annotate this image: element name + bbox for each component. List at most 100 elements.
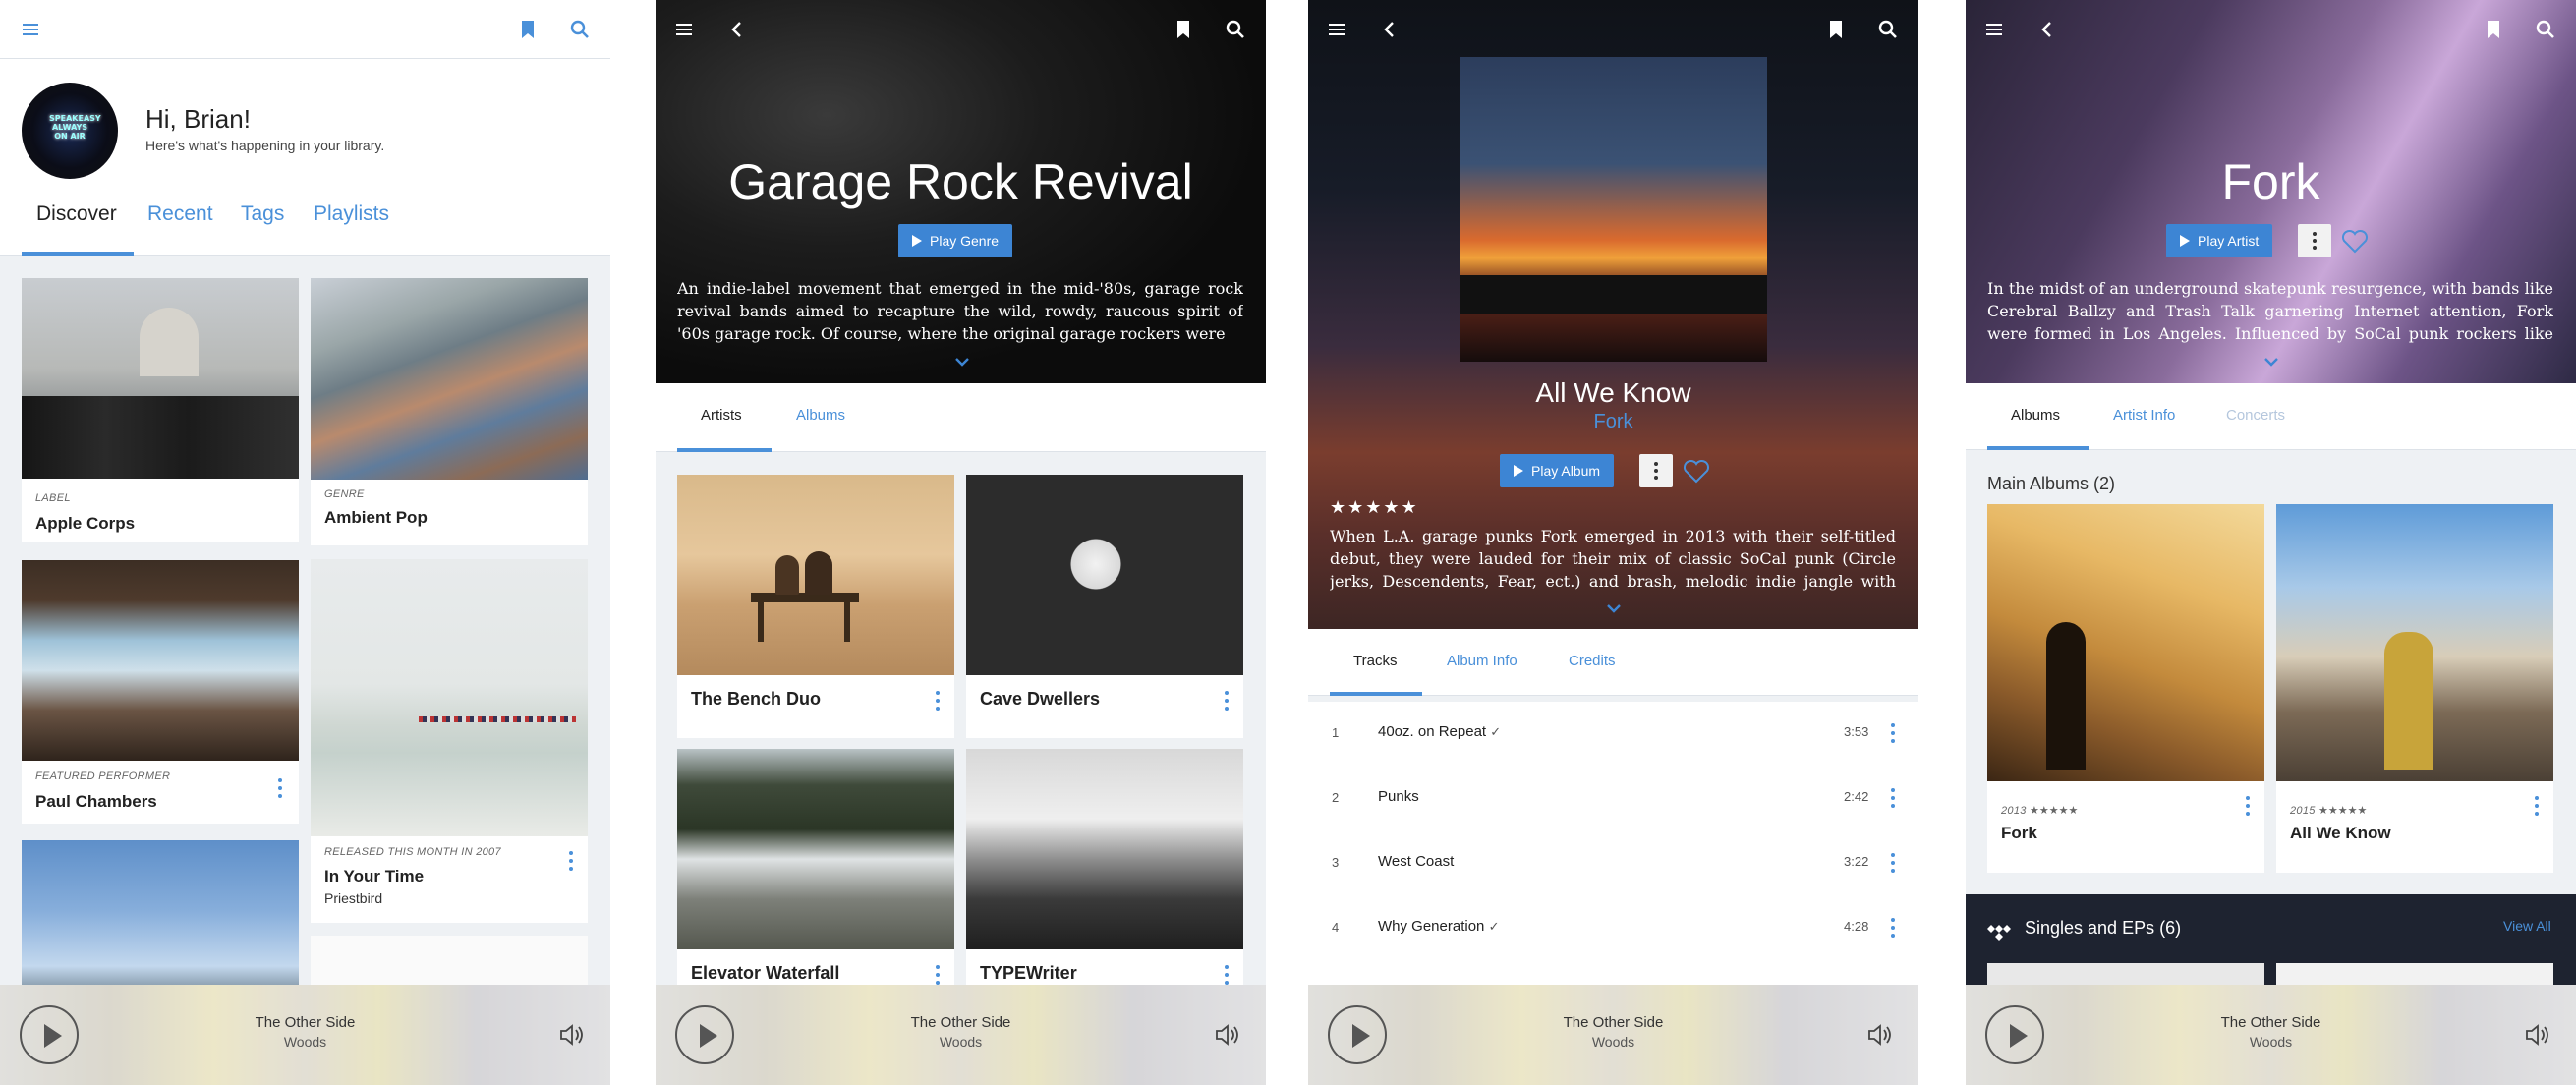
more-icon[interactable] [2298, 224, 2331, 257]
singles-section: Singles and EPs (6) View All [1966, 894, 2576, 993]
more-icon[interactable] [1224, 691, 1230, 714]
search-icon[interactable] [1873, 15, 1903, 44]
view-all-link[interactable]: View All [2503, 918, 2551, 934]
more-icon[interactable] [1890, 853, 1896, 877]
album-title: Fork [2001, 824, 2037, 842]
card-meta: RELEASED THIS MONTH IN 2007 [324, 846, 501, 858]
tab-tags[interactable]: Tags [241, 202, 284, 226]
volume-icon[interactable] [556, 1020, 586, 1050]
play-album-button[interactable]: Play Album [1500, 454, 1615, 487]
album-year: 2015 ★★★★★ [2290, 804, 2367, 817]
artist-image-typewriter [966, 749, 1243, 949]
more-icon[interactable] [1890, 788, 1896, 812]
tab-concerts[interactable]: Concerts [2226, 407, 2285, 424]
more-icon[interactable] [1890, 723, 1896, 747]
volume-icon[interactable] [2522, 1020, 2551, 1050]
more-icon[interactable] [277, 778, 283, 802]
more-icon[interactable] [1639, 454, 1673, 487]
more-icon[interactable] [2245, 796, 2251, 820]
tab-credits[interactable]: Credits [1569, 653, 1616, 669]
track-row[interactable]: 4 Why Generation ✓ 4:28 [1308, 896, 1918, 961]
back-icon[interactable] [1375, 15, 1404, 44]
now-playing-bar: The Other Side Woods [656, 985, 1266, 1085]
album-card[interactable]: 2013 ★★★★★ Fork [1987, 504, 2264, 873]
track-row[interactable]: 2 Punks 2:42 [1308, 767, 1918, 831]
artist-screen: Fork Play Artist In the midst of an unde… [1966, 0, 2576, 1085]
album-hero: All We Know Fork Play Album ★★★★★ When L… [1308, 0, 1918, 629]
artist-card[interactable]: TYPEWriter [966, 749, 1243, 1012]
menu-icon[interactable] [1979, 15, 2009, 44]
track-row[interactable]: 3 West Coast 3:22 [1308, 831, 1918, 896]
artist-name: The Bench Duo [691, 689, 822, 709]
back-icon[interactable] [722, 15, 752, 44]
search-icon[interactable] [2531, 15, 2560, 44]
album-year-value: 2015 [2290, 805, 2316, 817]
menu-icon[interactable] [1322, 15, 1351, 44]
tab-discover[interactable]: Discover [36, 202, 117, 226]
more-icon[interactable] [568, 851, 574, 875]
bookmark-icon[interactable] [513, 15, 543, 44]
heart-icon[interactable] [2340, 227, 2370, 255]
volume-icon[interactable] [1864, 1020, 1894, 1050]
chevron-down-icon[interactable] [953, 355, 971, 367]
card-meta: GENRE [324, 488, 365, 500]
search-icon[interactable] [1221, 15, 1250, 44]
bookmark-icon[interactable] [1821, 15, 1851, 44]
discover-card[interactable] [22, 840, 299, 998]
tidal-icon [1985, 920, 2013, 947]
active-tab-indicator [22, 252, 134, 256]
album-rating[interactable]: ★★★★★ [1330, 497, 1419, 518]
singles-heading: Singles and EPs (6) [2025, 918, 2182, 938]
play-genre-button[interactable]: Play Genre [898, 224, 1013, 257]
tab-album-info[interactable]: Album Info [1447, 653, 1517, 669]
track-list: 1 40oz. on Repeat ✓ 3:53 2 Punks 2:42 3 … [1308, 702, 1918, 997]
card-image-beach [311, 559, 588, 836]
discover-card[interactable]: RELEASED THIS MONTH IN 2007 In Your Time… [311, 559, 588, 923]
track-name: 40oz. on Repeat ✓ [1378, 723, 1501, 740]
album-artist-link[interactable]: Fork [1308, 411, 1918, 433]
track-row[interactable]: 1 40oz. on Repeat ✓ 3:53 [1308, 702, 1918, 767]
artist-image-cave [966, 475, 1243, 675]
avatar[interactable]: SPEAKEASY ALWAYS ON AIR [22, 83, 118, 179]
now-playing-artist: Woods [2249, 1034, 2293, 1050]
track-number: 4 [1332, 920, 1340, 935]
chevron-down-icon[interactable] [1605, 601, 1623, 613]
bookmark-icon[interactable] [1169, 15, 1198, 44]
artist-card[interactable]: The Bench Duo [677, 475, 954, 738]
album-title: All We Know [2290, 824, 2391, 842]
tab-tracks[interactable]: Tracks [1353, 653, 1397, 669]
album-cover[interactable] [1460, 57, 1767, 362]
tab-albums[interactable]: Albums [2011, 407, 2060, 424]
discover-card[interactable]: GENRE Ambient Pop [311, 278, 588, 545]
more-icon[interactable] [2534, 796, 2540, 820]
chevron-down-icon[interactable] [2262, 355, 2280, 367]
more-icon[interactable] [1890, 918, 1896, 942]
tab-recent[interactable]: Recent [147, 202, 213, 226]
genre-title: Garage Rock Revival [728, 154, 1193, 209]
album-image-fork [1987, 504, 2264, 781]
menu-icon[interactable] [16, 15, 45, 44]
artist-card[interactable]: Elevator Waterfall [677, 749, 954, 1012]
discover-card[interactable]: FEATURED PERFORMER Paul Chambers [22, 560, 299, 824]
card-image-cafe [22, 560, 299, 761]
bookmark-icon[interactable] [2479, 15, 2508, 44]
artist-name: Cave Dwellers [980, 689, 1101, 709]
tab-playlists[interactable]: Playlists [314, 202, 389, 226]
search-icon[interactable] [565, 15, 595, 44]
album-description: When L.A. garage punks Fork emerged in 2… [1330, 527, 1896, 591]
tab-artist-info[interactable]: Artist Info [2113, 407, 2175, 424]
tab-albums[interactable]: Albums [796, 407, 845, 424]
album-card[interactable]: 2015 ★★★★★ All We Know [2276, 504, 2553, 873]
artist-card[interactable]: Cave Dwellers [966, 475, 1243, 738]
play-artist-button[interactable]: Play Artist [2166, 224, 2273, 257]
heart-icon[interactable] [1682, 457, 1711, 485]
track-number: 2 [1332, 790, 1340, 805]
menu-icon[interactable] [669, 15, 699, 44]
back-icon[interactable] [2032, 15, 2062, 44]
top-bar [1966, 0, 2576, 59]
discover-card[interactable]: LABEL Apple Corps [22, 278, 299, 542]
more-icon[interactable] [935, 691, 941, 714]
tab-artists[interactable]: Artists [701, 407, 742, 424]
volume-icon[interactable] [1212, 1020, 1241, 1050]
genre-screen: Garage Rock Revival Play Genre An indie-… [656, 0, 1266, 1085]
